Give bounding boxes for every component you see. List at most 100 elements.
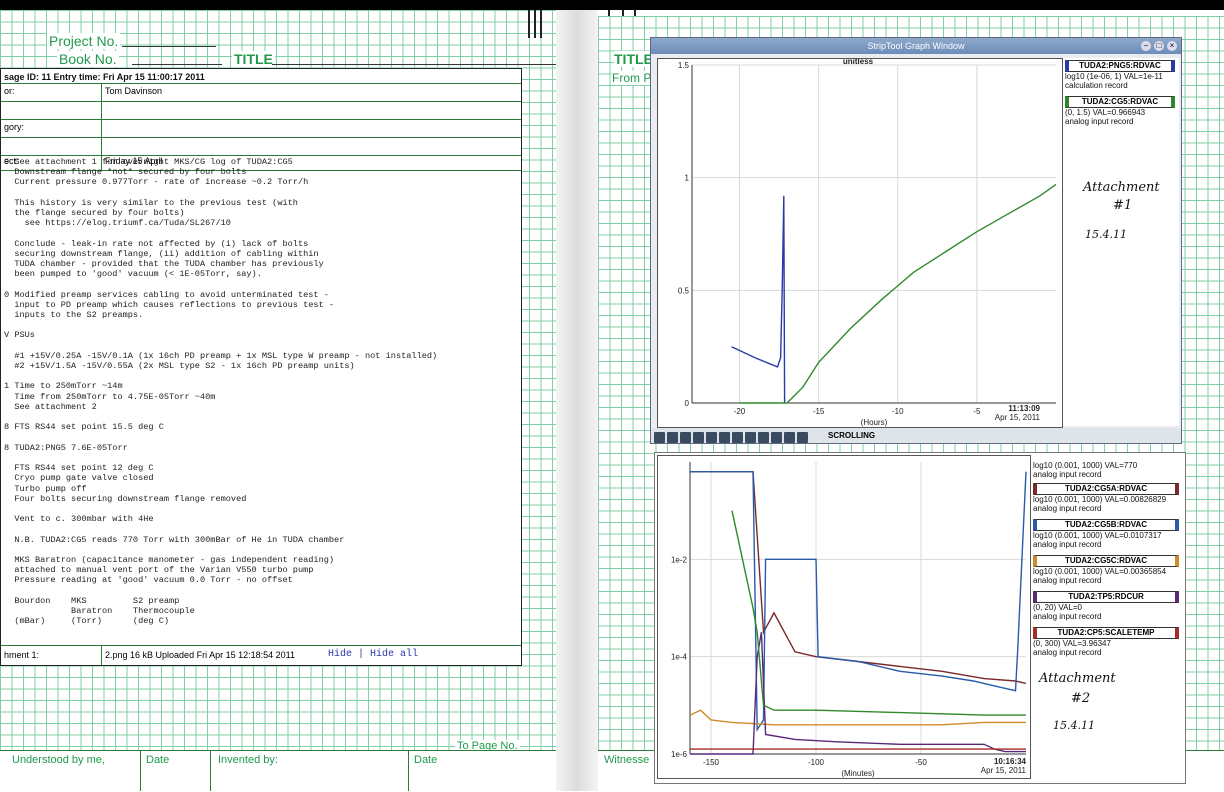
print-icon[interactable] [784, 432, 795, 443]
series-line [689, 709, 1026, 726]
handwriting-date-1: 15.4.11 [1085, 228, 1127, 241]
book-no-line [132, 64, 222, 65]
plot-area-top: -20 -15 -10 -5 0 0.5 1 1.5 (Hours) unitless 11:13:… [657, 58, 1063, 428]
bottom-legend-value: log10 (0.001, 1000) VAL=0.0107317 [1033, 531, 1162, 540]
handwriting-attachment-2: Attachment [1039, 671, 1116, 686]
zoom-in-y-icon[interactable] [732, 432, 743, 443]
minimize-button[interactable]: – [1141, 41, 1151, 51]
bottom-legend-name[interactable]: TUDA2:CG5B:RDVAC [1033, 519, 1179, 531]
bottom-legend-name[interactable]: TUDA2:CP5:SCALETEMP [1033, 627, 1179, 639]
project-no-label: Project No. [47, 33, 121, 49]
bottom-legend-record: analog input record [1033, 504, 1102, 513]
y-tick-label: 1e-2 [671, 555, 688, 564]
handwriting-attachment-1: Attachment [1083, 180, 1160, 195]
scroll-up-icon[interactable] [680, 432, 691, 443]
window-titlebar: StripTool Graph Window [651, 38, 1181, 54]
elog-row-category: gory: [1, 120, 521, 138]
top-legend-name[interactable]: TUDA2:PNG5:RDVAC [1065, 60, 1175, 72]
close-button[interactable]: × [1167, 41, 1177, 51]
y-tick-label: 0 [685, 399, 690, 408]
window-title: StripTool Graph Window [867, 41, 965, 51]
bottom-legend-entry: TUDA2:CP5:SCALETEMP (0, 300) VAL=3.96347 a… [1033, 627, 1179, 657]
elog-row-author: or: Tom Davinson [1, 84, 521, 102]
y-tick-label: 1e-6 [671, 750, 688, 759]
legend-bottom-top-line1: log10 (0.001, 1000) VAL=770 [1033, 461, 1138, 470]
bottom-legend-entry: TUDA2:CG5B:RDVAC log10 (0.001, 1000) VAL=… [1033, 519, 1179, 549]
attachment-info: 2.png 16 kB Uploaded Fri Apr 15 12:18:54… [105, 650, 295, 660]
book-no-label: Book No. [57, 51, 119, 67]
scroll-left-icon[interactable] [654, 432, 665, 443]
handwriting-date-2: 15.4.11 [1053, 719, 1095, 732]
elog-header: sage ID: 11 Entry time: Fri Apr 15 11:00… [4, 72, 205, 82]
bottom-legend-value: log10 (0.001, 1000) VAL=0.00365854 [1033, 567, 1167, 576]
bottom-legend-entry: TUDA2:TP5:RDCUR (0, 20) VAL=0 analog input… [1033, 591, 1179, 621]
legend-bottom: log10 (0.001, 1000) VAL=770 analog input… [1031, 455, 1183, 781]
handwriting-number-2: #2 [1071, 691, 1091, 706]
invented-label: Invented by: [218, 754, 278, 766]
top-legend-record: calculation record [1065, 81, 1128, 90]
title-line-left [272, 64, 556, 65]
x-axis-label: (Hours) [861, 418, 888, 427]
timestamp-time: 10:16:34 [994, 757, 1027, 766]
y-tick-label: 0.5 [678, 286, 690, 295]
bottom-legend-name[interactable]: TUDA2:TP5:RDCUR [1033, 591, 1179, 603]
zoom-in-x-icon[interactable] [706, 432, 717, 443]
series-line [690, 470, 1027, 733]
y-tick-label: 1e-4 [671, 653, 688, 662]
series-line [731, 510, 1026, 716]
top-legend-entry: TUDA2:CG5:RDVAC (0, 1.5) VAL=0.966943 anal… [1065, 96, 1175, 126]
legend-top: TUDA2:PNG5:RDVAC log10 (1e-06, 1) VAL=1e-… [1063, 58, 1179, 426]
autoscroll-icon[interactable] [797, 432, 808, 443]
bottom-legend-name[interactable]: TUDA2:CG5C:RDVAC [1033, 555, 1179, 567]
y-tick-label: 1.5 [678, 61, 690, 70]
handwriting-number-1: #1 [1113, 198, 1133, 213]
bottom-legend-record: analog input record [1033, 648, 1102, 657]
elog-row-blank [1, 102, 521, 120]
understood-label: Understood by me, [12, 754, 105, 766]
title-label-right: TITLE [614, 51, 653, 67]
timestamp-date: Apr 15, 2011 [981, 766, 1027, 775]
top-dark-border [0, 0, 1224, 10]
top-legend-name[interactable]: TUDA2:CG5:RDVAC [1065, 96, 1175, 108]
hide-link[interactable]: Hide [328, 649, 352, 660]
x-tick-label: -15 [813, 407, 825, 416]
hide-all-link[interactable]: Hide all [370, 649, 418, 660]
striptool-window-bottom: -150 -100 -50 1e-6 1e-4 1e-2 (Minutes) 10:16:34… [654, 452, 1186, 784]
bottom-legend-record: analog input record [1033, 612, 1102, 621]
date-label-2: Date [414, 754, 438, 766]
scrolling-status: SCROLLING [828, 431, 876, 440]
top-legend-value: (0, 1.5) VAL=0.966943 [1065, 108, 1146, 117]
x-tick-label: -5 [973, 407, 981, 416]
date-label-1: Date [146, 754, 170, 766]
bottom-legend-value: (0, 20) VAL=0 [1033, 603, 1082, 612]
y-tick-label: 1 [685, 174, 690, 183]
unit-label: unitless [843, 59, 874, 66]
title-label-left: TITLE [232, 51, 275, 67]
legend-bottom-top-line2: analog input record [1033, 470, 1102, 479]
x-tick-label: -20 [734, 407, 746, 416]
elog-printout: sage ID: 11 Entry time: Fri Apr 15 11:00… [0, 68, 522, 666]
top-legend-value: log10 (1e-06, 1) VAL=1e-11 [1065, 72, 1163, 81]
timestamp-time: 11:13:09 [1008, 404, 1040, 413]
x-axis-label: (Minutes) [841, 769, 875, 778]
maximize-button[interactable]: □ [1154, 41, 1164, 51]
config-icon[interactable] [771, 432, 782, 443]
from-page-label: From P [612, 71, 652, 85]
zoom-out-x-icon[interactable] [719, 432, 730, 443]
scroll-down-icon[interactable] [693, 432, 704, 443]
bottom-legend-entry: TUDA2:CG5A:RDVAC log10 (0.001, 1000) VAL=… [1033, 483, 1179, 513]
bottom-legend-name[interactable]: TUDA2:CG5A:RDVAC [1033, 483, 1179, 495]
bottom-legend-record: analog input record [1033, 576, 1102, 585]
zoom-out-y-icon[interactable] [745, 432, 756, 443]
reset-icon[interactable] [758, 432, 769, 443]
striptool-toolbar: SCROLLING [651, 428, 1181, 443]
x-tick-label: -50 [915, 758, 927, 767]
series-line [690, 632, 1026, 755]
top-legend-record: analog input record [1065, 117, 1134, 126]
scroll-right-icon[interactable] [667, 432, 678, 443]
bottom-legend-entry: TUDA2:CG5C:RDVAC log10 (0.001, 1000) VAL=… [1033, 555, 1179, 585]
x-tick-label: -100 [808, 758, 825, 767]
witness-label: Witnesse [604, 754, 650, 766]
series-line [690, 470, 1027, 685]
notebook-spine [556, 10, 598, 791]
